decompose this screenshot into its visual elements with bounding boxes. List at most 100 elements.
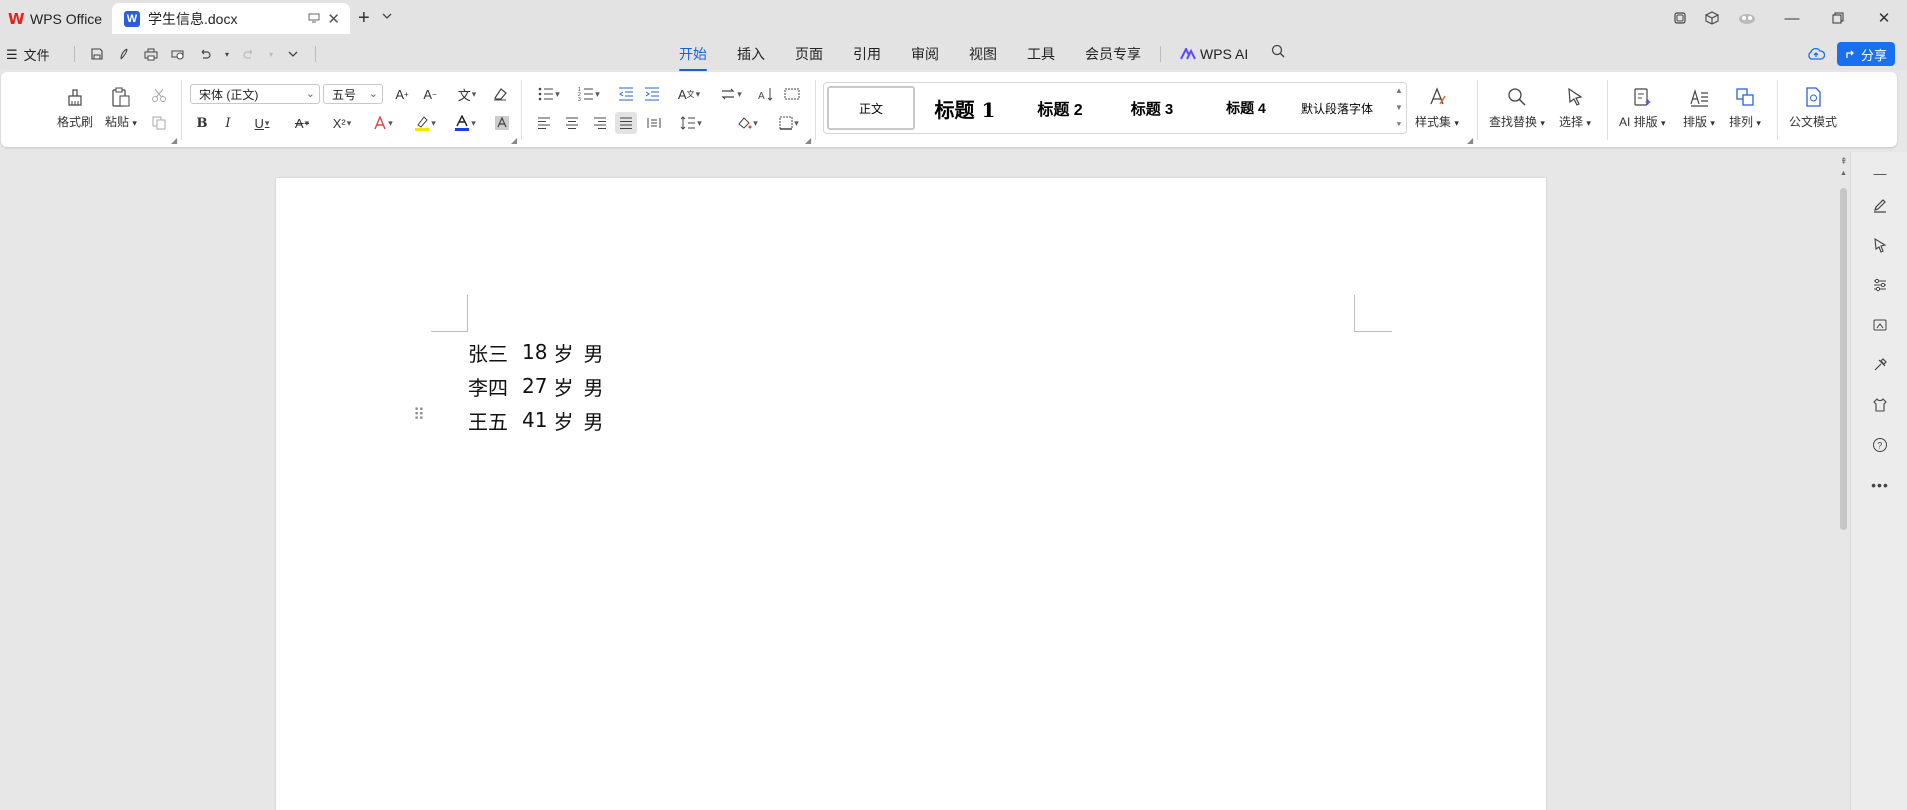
show-marks-icon[interactable] bbox=[781, 83, 803, 105]
user-avatar-icon[interactable] bbox=[1737, 10, 1769, 26]
tab-insert[interactable]: 插入 bbox=[722, 44, 780, 64]
strikethrough-icon[interactable]: A ▾ bbox=[287, 112, 317, 134]
arrange-button[interactable]: 排列 ▾ bbox=[1729, 84, 1761, 130]
style-normal[interactable]: 正文 bbox=[827, 86, 915, 130]
file-menu[interactable]: ☰ 文件 bbox=[6, 45, 50, 64]
styles-gallery-scroll[interactable]: ▲ ▼ ⯆ bbox=[1394, 86, 1404, 130]
tab-membership[interactable]: 会员专享 bbox=[1070, 44, 1156, 64]
numbering-icon[interactable]: 1 2 3 ▾ bbox=[573, 83, 605, 105]
close-tab-icon[interactable]: ✕ bbox=[327, 10, 340, 28]
distributed-icon[interactable] bbox=[643, 112, 665, 134]
superscript-icon[interactable]: X² ▾ bbox=[327, 112, 357, 134]
find-replace-button[interactable]: 查找替换 ▾ bbox=[1489, 84, 1545, 130]
cube-icon[interactable] bbox=[1705, 11, 1737, 25]
chevron-down-icon[interactable] bbox=[382, 12, 392, 20]
tab-view[interactable]: 视图 bbox=[954, 44, 1012, 64]
chinese-layout-icon[interactable]: A 文 ▾ bbox=[673, 83, 705, 105]
image-edit-icon[interactable] bbox=[1869, 314, 1891, 336]
copy-icon[interactable] bbox=[148, 112, 170, 134]
underline-icon[interactable]: U ▾ bbox=[247, 112, 277, 134]
align-left-icon[interactable] bbox=[533, 112, 555, 134]
redo-icon[interactable] bbox=[240, 45, 258, 63]
decrease-indent-icon[interactable] bbox=[615, 83, 637, 105]
font-name-select[interactable]: 宋体 (正文) ⌄ bbox=[190, 84, 320, 104]
app-tab-wps-office[interactable]: W WPS Office bbox=[0, 4, 108, 34]
layout-button[interactable]: 排版 ▾ bbox=[1683, 84, 1715, 130]
split-view-icon[interactable]: ⇞ bbox=[1840, 156, 1848, 167]
share-button[interactable]: 分享 bbox=[1836, 42, 1895, 66]
borders-icon[interactable]: ▾ bbox=[773, 112, 805, 134]
settings-sliders-icon[interactable] bbox=[1869, 274, 1891, 296]
official-document-mode-button[interactable]: 公文模式 bbox=[1789, 84, 1837, 130]
format-painter-button[interactable]: 格式刷 bbox=[57, 84, 93, 130]
close-window-icon[interactable]: ✕ bbox=[1861, 9, 1907, 27]
more-options-icon[interactable]: ••• bbox=[1869, 474, 1891, 496]
tab-references[interactable]: 引用 bbox=[838, 44, 896, 64]
style-heading-4[interactable]: 标题 4 bbox=[1199, 86, 1293, 130]
help-icon[interactable]: ? bbox=[1869, 434, 1891, 456]
tab-wps-ai[interactable]: WPS AI bbox=[1165, 44, 1263, 64]
character-shading-icon[interactable] bbox=[491, 112, 513, 134]
italic-icon[interactable]: I bbox=[217, 112, 239, 134]
drag-handle-icon[interactable]: ⠿ bbox=[413, 405, 425, 425]
select-button[interactable]: 选择 ▾ bbox=[1559, 84, 1591, 130]
undo-dropdown-icon[interactable]: ▾ bbox=[223, 45, 231, 63]
grow-font-icon[interactable]: A + bbox=[391, 83, 413, 105]
chevron-up-icon[interactable]: ▲ bbox=[1395, 86, 1403, 95]
styles-dialog-launcher-icon[interactable]: ◢ bbox=[1467, 136, 1473, 145]
select-pointer-icon[interactable] bbox=[1869, 234, 1891, 256]
style-heading-2[interactable]: 标题 2 bbox=[1015, 86, 1105, 130]
shrink-font-icon[interactable]: A − bbox=[419, 83, 441, 105]
tab-tools[interactable]: 工具 bbox=[1012, 44, 1070, 64]
text-effect-icon[interactable]: ▾ bbox=[367, 112, 399, 134]
bullets-icon[interactable]: ▾ bbox=[533, 83, 565, 105]
document-tab[interactable]: W 学生信息.docx ✕ bbox=[112, 3, 350, 34]
shirt-icon[interactable] bbox=[1869, 394, 1891, 416]
align-center-icon[interactable] bbox=[561, 112, 583, 134]
undo-icon[interactable] bbox=[196, 45, 214, 63]
tab-review[interactable]: 审阅 bbox=[896, 44, 954, 64]
window-layout-icon[interactable] bbox=[1673, 11, 1705, 25]
export-pdf-icon[interactable] bbox=[115, 45, 133, 63]
document-body[interactable]: 张三 18 岁 男 李四 27 岁 男 王五 41 岁 男 bbox=[468, 335, 603, 437]
font-color-icon[interactable]: ▾ bbox=[449, 112, 481, 134]
chevron-down-icon[interactable]: ▼ bbox=[1395, 103, 1403, 112]
document-page[interactable] bbox=[276, 178, 1546, 810]
tab-home[interactable]: 开始 bbox=[664, 44, 722, 71]
font-dialog-launcher-icon[interactable]: ◢ bbox=[511, 136, 517, 145]
justify-icon[interactable] bbox=[615, 112, 637, 134]
new-tab-icon[interactable]: + bbox=[358, 7, 370, 30]
minimize-icon[interactable]: — bbox=[1769, 10, 1815, 27]
increase-indent-icon[interactable] bbox=[641, 83, 663, 105]
save-icon[interactable] bbox=[88, 45, 106, 63]
expand-gallery-icon[interactable]: ⯆ bbox=[1396, 120, 1402, 130]
tab-page[interactable]: 页面 bbox=[780, 44, 838, 64]
print-icon[interactable] bbox=[142, 45, 160, 63]
paragraph-dialog-launcher-icon[interactable]: ◢ bbox=[805, 136, 811, 145]
pen-icon[interactable] bbox=[1869, 194, 1891, 216]
cloud-upload-icon[interactable] bbox=[1807, 47, 1825, 61]
style-heading-1[interactable]: 标题 1 bbox=[915, 86, 1015, 130]
scroll-up-icon[interactable]: ▲ bbox=[1840, 170, 1847, 177]
highlight-icon[interactable]: ▾ bbox=[409, 112, 441, 134]
shading-fill-icon[interactable]: ▾ bbox=[731, 112, 763, 134]
paste-button[interactable]: 粘贴 ▾ bbox=[105, 84, 137, 130]
text-direction-icon[interactable]: ▾ bbox=[715, 83, 747, 105]
customize-toolbar-icon[interactable] bbox=[284, 45, 302, 63]
collapse-panel-icon[interactable]: — bbox=[1869, 162, 1891, 184]
print-preview-icon[interactable] bbox=[169, 45, 187, 63]
line-spacing-icon[interactable]: ▾ bbox=[675, 112, 707, 134]
monitor-icon[interactable] bbox=[308, 12, 320, 24]
clipboard-dialog-launcher-icon[interactable]: ◢ bbox=[171, 136, 177, 145]
bold-icon[interactable]: B bbox=[191, 112, 213, 134]
align-right-icon[interactable] bbox=[589, 112, 611, 134]
sort-icon[interactable]: A bbox=[755, 83, 777, 105]
style-set-button[interactable]: 样式集 ▾ bbox=[1415, 84, 1459, 130]
phonetic-guide-icon[interactable]: 文 ▾ bbox=[451, 83, 483, 105]
cut-icon[interactable] bbox=[148, 84, 170, 106]
tools-icon[interactable] bbox=[1869, 354, 1891, 376]
style-heading-3[interactable]: 标题 3 bbox=[1105, 86, 1199, 130]
ai-layout-button[interactable]: AI 排版 ▾ bbox=[1619, 84, 1666, 130]
font-size-select[interactable]: 五号 ⌄ bbox=[323, 84, 383, 104]
redo-dropdown-icon[interactable]: ▾ bbox=[267, 45, 275, 63]
